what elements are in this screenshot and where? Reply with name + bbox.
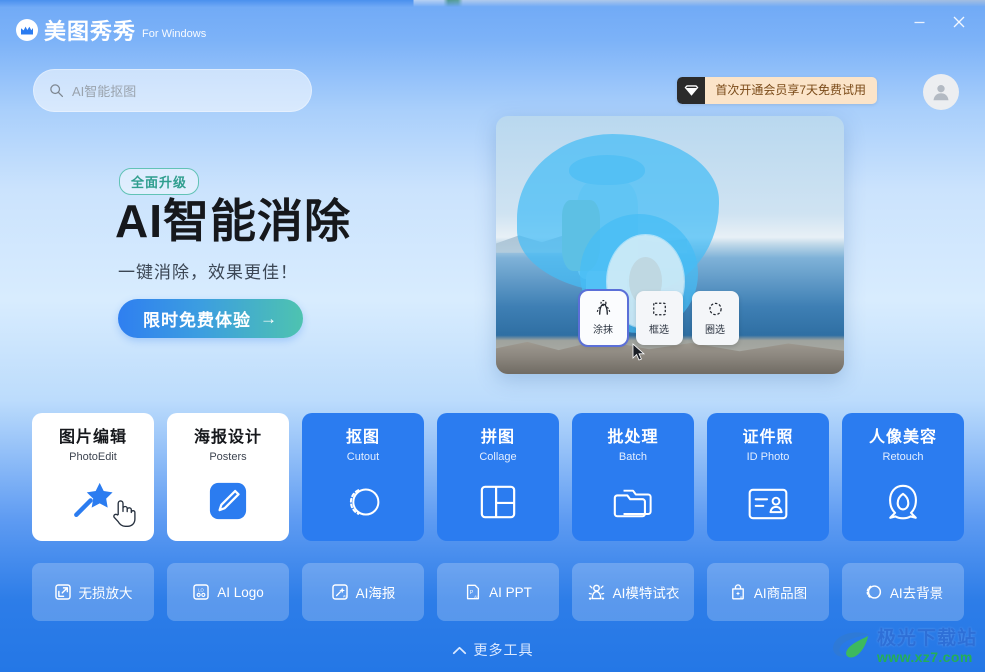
vip-trial-badge[interactable]: 首次开通会员享7天免费试用 [677,77,877,104]
folder-stack-icon [572,485,694,521]
logo-grid-icon: LO [193,584,209,600]
tile-collage[interactable]: 拼图 Collage [437,413,559,541]
more-tools-button[interactable]: 更多工具 [0,640,985,660]
search-input[interactable]: AI智能抠图 [33,69,312,112]
minimize-button[interactable] [899,8,939,36]
chip-lasso[interactable]: 圈选 [691,291,739,346]
svg-text:AI: AI [343,594,346,598]
face-retouch-icon [842,483,964,521]
tile-title: 拼图 [480,429,515,446]
hero-title: AI智能消除 [115,195,351,247]
tile-photoedit[interactable]: 图片编辑 PhotoEdit [32,413,154,541]
rect-selection-icon [652,302,666,316]
hero-cta-button[interactable]: 限时免费体验 → [118,299,303,338]
ai-tool-model-tryon[interactable]: AI模特试衣 [572,563,694,621]
tile-title: 证件照 [742,429,794,446]
chip-rect[interactable]: 框选 [635,291,683,346]
tile-subtitle: Batch [618,451,648,463]
tile-title: 图片编辑 [58,429,127,446]
ai-tool-product[interactable]: AI AI商品图 [707,563,829,621]
tile-retouch[interactable]: 人像美容 Retouch [842,413,964,541]
ai-tool-label: AI商品图 [753,586,808,601]
svg-text:P: P [470,590,474,596]
ai-tool-label: AI海报 [355,586,396,601]
tile-posters[interactable]: 海报设计 Posters [167,413,289,541]
ai-ppt-icon: P AI [467,584,480,600]
tile-subtitle: ID Photo [746,451,790,463]
arrow-right-icon: → [260,308,278,328]
vip-trial-text: 首次开通会员享7天免费试用 [705,77,877,104]
tile-subtitle: Cutout [346,451,380,463]
tile-subtitle: PhotoEdit [69,451,117,463]
tile-title: 人像美容 [868,429,937,446]
tile-subtitle: Posters [209,451,247,463]
close-button[interactable] [939,8,979,36]
more-tools-label: 更多工具 [473,642,534,658]
tile-title: 批处理 [607,429,659,446]
chip-label: 涂抹 [593,325,614,337]
hero-tool-chips: 涂抹 框选 圈选 [577,289,739,348]
window-controls [899,8,979,36]
hand-cursor-icon [110,498,136,533]
collage-grid-icon [437,483,559,521]
search-icon [50,84,64,98]
ai-tool-logo[interactable]: LO AI Logo [167,563,289,621]
svg-text:LO: LO [198,587,204,592]
pencil-square-icon [167,481,289,521]
hero-badge: 全面升级 [119,168,200,195]
chip-brush[interactable]: 涂抹 [577,289,629,348]
ai-tool-label: AI模特试衣 [612,586,680,601]
chip-label: 圈选 [705,324,726,336]
ai-tool-label: 无损放大 [78,586,133,601]
main-tiles: 图片编辑 PhotoEdit 海报设计 Posters 抠图 Cutout 拼图… [32,413,964,541]
hero-cta-label: 限时免费体验 [143,311,251,330]
mouse-pointer-icon [632,343,645,361]
brush-selection-icon [596,300,610,316]
tile-subtitle: Collage [479,451,517,463]
tile-idphoto[interactable]: 证件照 ID Photo [707,413,829,541]
ai-tool-upscale[interactable]: 无损放大 [32,563,154,621]
brand-name: 美图秀秀 [44,19,137,44]
ai-remove-bg-icon [866,585,881,599]
tile-subtitle: Retouch [882,451,924,463]
ai-model-tryon-icon [588,584,604,600]
ai-tool-label: AI Logo [217,584,264,600]
svg-text:AI: AI [474,595,477,599]
tile-title: 抠图 [345,429,380,446]
cutout-circle-icon [302,483,424,521]
app-window: 美图秀秀 For Windows AI智能抠图 首次开通会员享7天免费试用 全面… [0,0,985,672]
ai-tool-label: AI PPT [489,584,532,600]
svg-text:AI: AI [740,595,743,599]
meitu-logo-icon [16,19,38,41]
hero-subtitle: 一键消除，效果更佳！ [118,263,298,282]
gem-icon [677,77,706,104]
tile-batch[interactable]: 批处理 Batch [572,413,694,541]
desktop-strip [0,0,985,7]
ai-tool-poster[interactable]: AI AI海报 [302,563,424,621]
hero-preview-image[interactable]: 涂抹 框选 圈选 [496,116,844,374]
lasso-selection-icon [708,302,722,316]
ai-poster-icon: AI [331,584,348,600]
user-avatar-icon[interactable] [923,74,959,110]
ai-product-icon: AI [731,584,744,600]
ai-tools-row: 无损放大 LO AI Logo AI AI海报 P AI AI PPT AI模特… [32,563,964,621]
ai-tool-label: AI去背景 [889,586,944,601]
chevron-up-icon [452,646,466,654]
ai-tool-ppt[interactable]: P AI AI PPT [437,563,559,621]
brand: 美图秀秀 For Windows [16,19,206,43]
tile-cutout[interactable]: 抠图 Cutout [302,413,424,541]
chip-label: 框选 [649,324,670,336]
id-card-icon [707,487,829,521]
brand-subtitle: For Windows [142,28,207,40]
search-placeholder: AI智能抠图 [72,84,137,99]
upscale-icon [54,584,71,600]
tile-title: 海报设计 [193,429,262,446]
ai-tool-remove-bg[interactable]: AI去背景 [842,563,964,621]
